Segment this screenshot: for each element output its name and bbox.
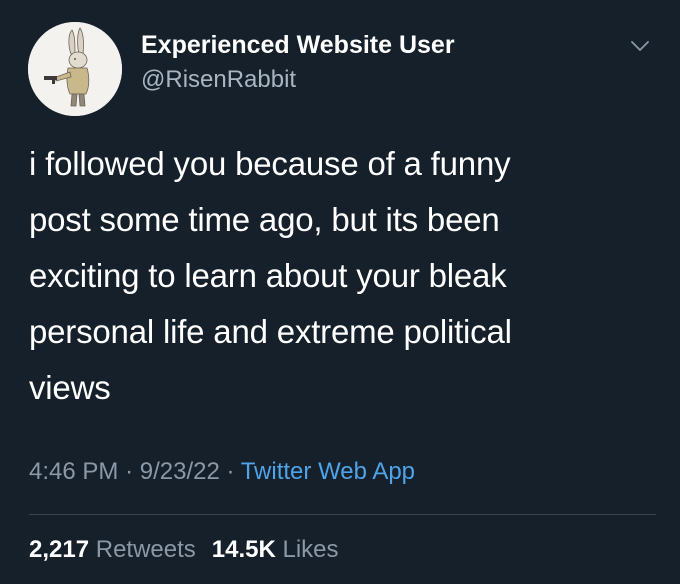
user-handle[interactable]: @RisenRabbit — [141, 66, 296, 94]
divider — [29, 514, 656, 515]
tweet-metadata: 4:46 PM · 9/23/22 · Twitter Web App — [29, 458, 415, 486]
likes-count: 14.5K — [211, 536, 276, 563]
retweets-stat[interactable]: 2,217 Retweets — [29, 536, 196, 563]
retweets-count: 2,217 — [29, 536, 90, 563]
separator: · — [226, 458, 235, 485]
retweets-label: Retweets — [95, 536, 196, 563]
tweet-source-link[interactable]: Twitter Web App — [241, 458, 415, 485]
avatar[interactable] — [28, 22, 122, 116]
separator: · — [125, 458, 134, 485]
tweet-date[interactable]: 9/23/22 — [140, 458, 220, 485]
likes-label: Likes — [282, 536, 339, 563]
tweet-text: i followed you because of a funny post s… — [29, 145, 512, 406]
rabbit-avatar-icon — [28, 22, 122, 116]
chevron-down-icon[interactable] — [628, 34, 652, 58]
tweet-time[interactable]: 4:46 PM — [29, 458, 118, 485]
tweet: Experienced Website User @RisenRabbit i … — [0, 0, 680, 584]
likes-stat[interactable]: 14.5K Likes — [212, 536, 339, 563]
tweet-stats: 2,217 Retweets 14.5K Likes — [29, 536, 339, 564]
display-name[interactable]: Experienced Website User — [141, 31, 455, 60]
